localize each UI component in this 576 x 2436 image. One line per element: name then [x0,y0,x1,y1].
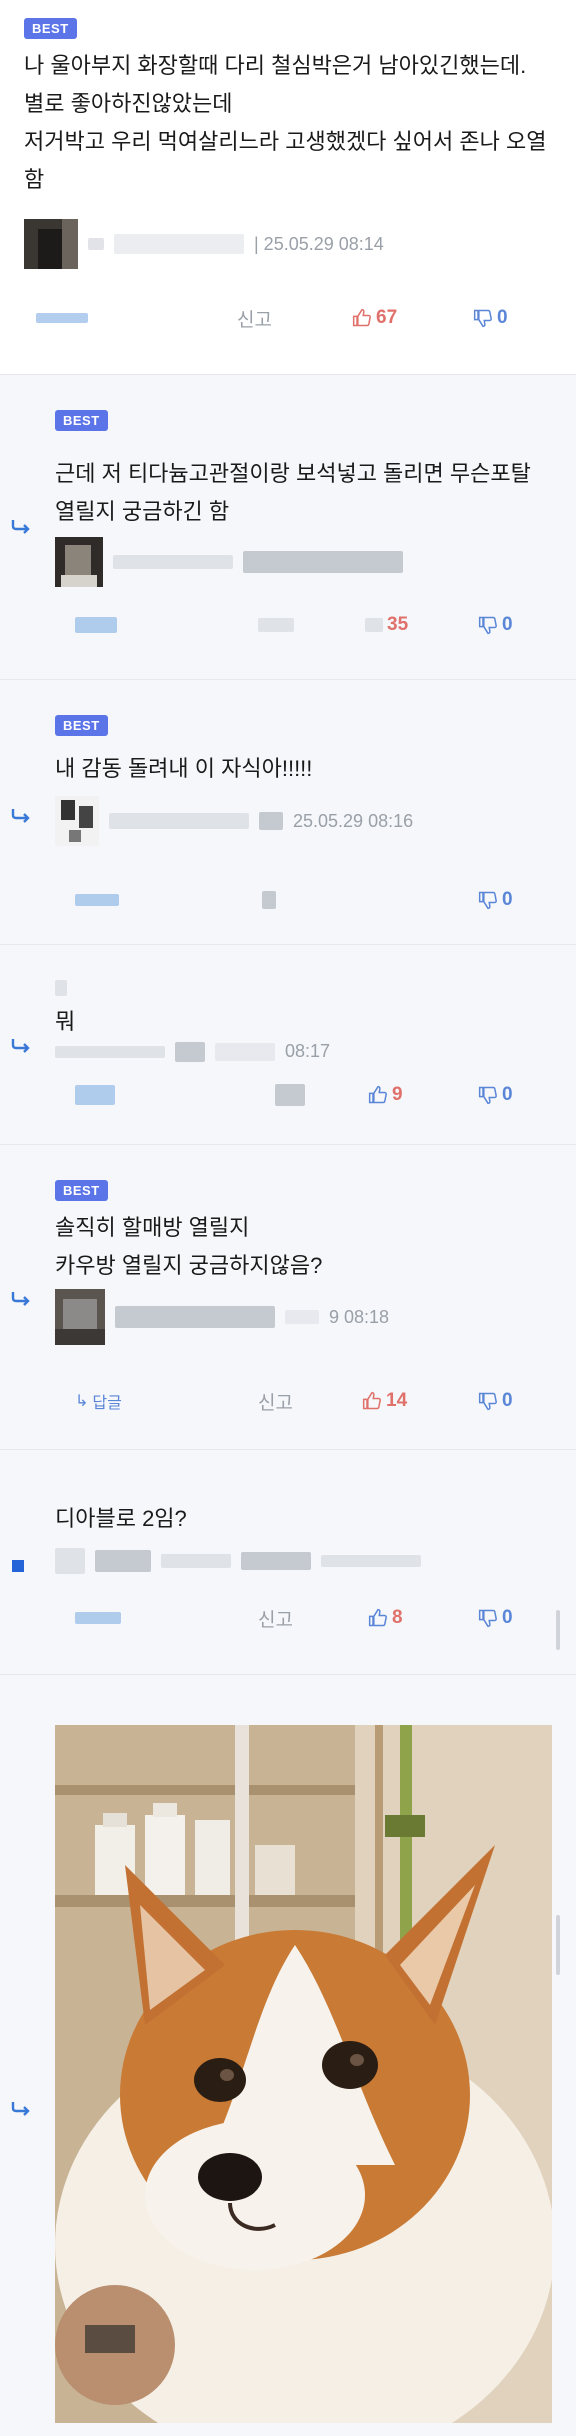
reply-link-blurred[interactable] [75,894,119,906]
comment-1: BEST 나 울아부지 화장할때 다리 철심박은거 남아있긴했는데. 별로 좋아… [0,0,576,375]
avatar[interactable] [55,537,103,587]
comment-timestamp: 9 08:18 [329,1306,390,1327]
report-button[interactable]: 신고 [258,1388,293,1415]
avatar-blurred[interactable] [55,1548,85,1574]
avatar-blurred [55,980,67,996]
reply-arrow-icon [10,1290,32,1306]
like-count: 14 [386,1390,408,1411]
dislike-count: 0 [502,1390,513,1411]
dislike-button[interactable]: 0 [478,614,513,636]
thumbs-up-icon [352,308,371,327]
like-button[interactable]: 9 [368,1084,403,1106]
best-badge: BEST [24,18,77,39]
comment-content: 디아블로 2임? [55,1506,187,1531]
best-badge: BEST [55,715,108,736]
dislike-button[interactable]: 0 [478,889,513,911]
comment-timestamp: | 25.05.29 08:14 [254,233,384,254]
thumbs-up-icon [368,1608,387,1627]
comment-content: 근데 저 티다늄고관절이랑 보석넣고 돌리면 무슨포탈 열릴지 궁금하긴 함 [55,461,531,524]
report-button-blurred[interactable] [275,1084,305,1106]
timestamp-blurred-2 [321,1555,421,1567]
thumbs-down-icon [473,309,492,328]
timestamp-blurred [241,1552,311,1570]
scrollbar[interactable] [556,1610,560,1650]
timestamp-blurred [243,551,403,573]
thumbs-down-icon [478,1086,497,1105]
username-blurred[interactable] [55,1045,165,1058]
like-button[interactable]: 35 [365,614,408,636]
reply-link-blurred[interactable] [36,313,88,323]
avatar[interactable] [24,219,78,269]
dislike-count: 0 [502,614,513,635]
username-blurred [95,1550,151,1572]
username-blurred[interactable] [113,555,233,569]
dislike-count: 0 [502,1607,513,1628]
like-button[interactable]: 14 [362,1390,407,1412]
thumbs-up-icon [362,1391,381,1410]
like-button[interactable]: 8 [368,1607,403,1629]
report-button[interactable]: 신고 [258,1605,293,1632]
comment-timestamp: 08:17 [285,1041,331,1061]
timestamp-blurred [259,812,283,830]
dislike-button[interactable]: 0 [473,307,508,329]
like-count: 9 [392,1084,403,1105]
thumbs-up-icon [368,1085,387,1104]
comment-4: 뭐 08:17 9 0 [0,945,576,1145]
corgi-photo-illustration [55,1725,552,2423]
report-button-blurred[interactable] [258,618,294,632]
report-button-blurred[interactable] [262,891,276,909]
report-button[interactable]: 신고 [237,305,272,332]
dislike-count: 0 [502,889,513,910]
thumbs-down-icon [478,1609,497,1628]
reply-link[interactable]: ↳ 답글 [75,1389,122,1413]
like-count: 35 [387,614,409,635]
username-blurred-2 [285,1310,319,1324]
unread-marker-icon [12,1560,24,1572]
comment-5: BEST 솔직히 할매방 열릴지 카우방 열릴지 궁금하지않음? 9 08:18… [0,1145,576,1450]
like-button[interactable]: 67 [352,307,397,329]
comment-3: BEST 내 감동 돌려내 이 자식아!!!!! 25.05.29 08:16 … [0,680,576,945]
reply-link-blurred[interactable] [75,617,117,633]
reply-arrow-icon [10,807,32,823]
username-blurred-2 [114,234,244,254]
reply-arrow-icon [10,518,32,534]
username-blurred[interactable] [88,238,104,250]
thumbs-down-icon [478,1392,497,1411]
like-count: 8 [392,1607,403,1628]
corgi-photo[interactable] [55,1725,552,2423]
best-badge: BEST [55,410,108,431]
username-blurred-3 [215,1042,275,1061]
comment-content: 나 울아부지 화장할때 다리 철심박은거 남아있긴했는데. 별로 좋아하진않았는… [24,53,547,192]
best-badge: BEST [55,1180,108,1201]
dislike-count: 0 [502,1084,513,1105]
dislike-count: 0 [497,307,508,328]
username-blurred-2 [175,1041,205,1062]
comment-content: 내 감동 돌려내 이 자식아!!!!! [55,756,313,781]
scrollbar[interactable] [556,1915,560,1975]
reply-link-blurred[interactable] [75,1085,115,1105]
dislike-button[interactable]: 0 [478,1084,513,1106]
comment-2: BEST 근데 저 티다늄고관절이랑 보석넣고 돌리면 무슨포탈 열릴지 궁금하… [0,375,576,680]
dislike-button[interactable]: 0 [478,1607,513,1629]
avatar[interactable] [55,796,99,846]
comment-content: 뭐 [55,1009,76,1034]
like-count: 67 [376,307,398,328]
comment-6: 디아블로 2임? 신고 8 0 [0,1450,576,1675]
username-blurred[interactable] [115,1306,275,1328]
reply-link-label: 답글 [92,1395,122,1412]
thumbs-down-icon [478,616,497,635]
reply-corner-icon: ↳ [75,1393,89,1410]
thumbs-down-icon [478,891,497,910]
dislike-button[interactable]: 0 [478,1390,513,1412]
username-blurred-2 [161,1554,231,1568]
comment-content: 솔직히 할매방 열릴지 카우방 열릴지 궁금하지않음? [55,1215,323,1278]
comment-timestamp: 25.05.29 08:16 [293,810,414,831]
reply-link-blurred[interactable] [75,1612,121,1624]
username-blurred[interactable] [109,813,249,829]
thumbs-up-icon [365,618,383,632]
avatar[interactable] [55,1289,105,1345]
reply-arrow-icon [10,2100,32,2116]
reply-arrow-icon [10,1037,32,1053]
